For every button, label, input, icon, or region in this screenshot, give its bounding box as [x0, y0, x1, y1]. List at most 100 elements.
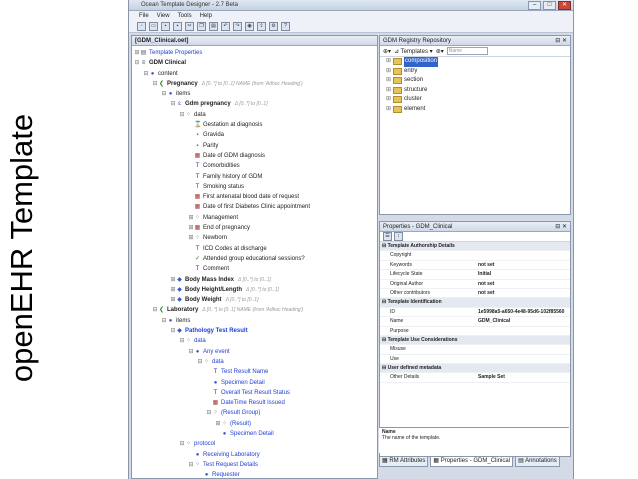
tree-node[interactable]: T Test Result Name	[134, 367, 377, 377]
tree-node[interactable]: ⊟ ⁘ protocol	[134, 439, 377, 449]
registry-search-input[interactable]: Name	[446, 47, 488, 55]
tree-node[interactable]: ⊟ ⁘ Test Request Details	[134, 460, 377, 470]
paste-icon[interactable]: ▤	[209, 21, 218, 31]
property-value[interactable]: not set	[478, 261, 570, 269]
expand-icon[interactable]: ⊞	[386, 86, 391, 96]
property-row[interactable]: Copyright	[380, 251, 570, 261]
property-row[interactable]: Keywords not set	[380, 261, 570, 271]
tree-node[interactable]: T Comment	[134, 264, 377, 274]
tree-node[interactable]: ⊟ ❮ Laboratory Δ [0..*] to [0..1] NAME (fro…	[134, 305, 377, 315]
tree-node[interactable]: ▪ Parity	[134, 141, 377, 151]
registry-item[interactable]: ⊞ element	[380, 105, 570, 115]
help-icon[interactable]: ?	[281, 21, 290, 31]
property-value[interactable]	[478, 345, 570, 353]
tree-node[interactable]: ⊞ ◆ Body Mass Index Δ [0..*] to [0..1]	[134, 275, 377, 285]
registry-item[interactable]: ⊞ section	[380, 76, 570, 86]
tree-node[interactable]: T ICD Codes at discharge	[134, 244, 377, 254]
preview-icon[interactable]: ◉	[245, 21, 254, 31]
tree-node[interactable]: ⊞ ◆ Body Weight Δ [0..*] to [0..1]	[134, 295, 377, 305]
registry-item[interactable]: ⊞ entry	[380, 67, 570, 77]
tree-node[interactable]: ▦ Date of first Diabetes Clinic appointme…	[134, 202, 377, 212]
property-value[interactable]: GDM_Clinical	[478, 317, 570, 325]
property-category[interactable]: ⊟ Template Use Considerations	[380, 335, 570, 346]
tree-node[interactable]: T Overall Test Result Status	[134, 388, 377, 398]
property-row[interactable]: Original Author not set	[380, 280, 570, 289]
tree-node[interactable]: ⊞ ▤ Template Properties	[134, 48, 377, 58]
export-icon[interactable]: ⇪	[257, 21, 266, 31]
tab-rm-attributes[interactable]: ▦ RM Attributes	[379, 456, 429, 467]
tree-node[interactable]: ⊟ ≡ GDM Clinical	[134, 58, 377, 68]
undo-icon[interactable]: ↶	[221, 21, 230, 31]
menu-file[interactable]: File	[139, 13, 149, 19]
property-row[interactable]: Purpose	[380, 327, 570, 336]
registry-item[interactable]: ⊞ cluster	[380, 95, 570, 105]
property-row[interactable]: ID 1e5998a5-a650-4e48-95d6-102f85560	[380, 308, 570, 318]
tree-node[interactable]: T Smoking status	[134, 182, 377, 192]
tree-node[interactable]: ⊞ ⁘ Management	[134, 213, 377, 223]
close-pane-icon[interactable]: ⊟ ✕	[555, 37, 567, 44]
tree-node[interactable]: ⌛ Gestation at diagnosis	[134, 120, 377, 130]
maximize-button[interactable]: □	[543, 1, 556, 10]
open-icon[interactable]: ▭	[149, 21, 158, 31]
property-value[interactable]	[478, 251, 570, 259]
tree-node[interactable]: ▦ DateTime Result Issued	[134, 398, 377, 408]
tree-node[interactable]: ⊟ ❮ Pregnancy Δ [0..*] to [0..1] NAME (from…	[134, 79, 377, 89]
close-button[interactable]: ✕	[558, 1, 571, 10]
tree-node[interactable]: ✓ Attended group educational sessions?	[134, 254, 377, 264]
property-row[interactable]: Misuse	[380, 345, 570, 355]
property-value[interactable]: 1e5998a5-a650-4e48-95d6-102f85560	[478, 308, 570, 316]
property-value[interactable]	[478, 327, 570, 335]
filter-icon[interactable]: ⊛▾	[436, 48, 444, 55]
copy-icon[interactable]: ❐	[197, 21, 206, 31]
tree-node[interactable]: ⊟ ⁘ data	[134, 336, 377, 346]
tree-node[interactable]: ⊞ ▦ End of pregnancy	[134, 223, 377, 233]
templates-dropdown[interactable]: ⊿ Templates ▾	[394, 48, 433, 55]
expand-icon[interactable]: ⊞	[386, 105, 391, 115]
tree-node[interactable]: ⊟ ● content	[134, 69, 377, 79]
minimize-button[interactable]: –	[528, 1, 541, 10]
tree-node[interactable]: ⊟ ⁘ data	[134, 357, 377, 367]
tree-node[interactable]: ▪ Gravida	[134, 130, 377, 140]
tree-node[interactable]: ⊟ ⁘ (Result Group)	[134, 408, 377, 418]
expand-icon[interactable]: ⊞	[386, 95, 391, 105]
property-value[interactable]: Sample Set	[478, 373, 570, 381]
property-row[interactable]: Name GDM_Clinical	[380, 317, 570, 327]
menu-help[interactable]: Help	[200, 13, 212, 19]
expand-icon[interactable]: ⊞	[386, 76, 391, 86]
tree-node[interactable]: ▦ First antenatal blood date of request	[134, 192, 377, 202]
left-tab[interactable]: [GDM_Clinical.oet]	[132, 36, 377, 46]
close-pane-icon[interactable]: ⊟ ✕	[555, 223, 567, 230]
tree-node[interactable]: ● Requester	[134, 470, 377, 479]
registry-item[interactable]: ⊞ composition	[380, 57, 570, 67]
menu-tools[interactable]: Tools	[178, 13, 192, 19]
tree-node[interactable]: T Comorbidities	[134, 161, 377, 171]
redo-icon[interactable]: ↷	[233, 21, 242, 31]
tree-node[interactable]: ⊟ ⁘ data	[134, 110, 377, 120]
property-category[interactable]: ⊟ User defined metadata	[380, 364, 570, 374]
sort-icon[interactable]: ↕	[394, 232, 403, 241]
property-value[interactable]: not set	[478, 289, 570, 297]
property-value[interactable]: not set	[478, 280, 570, 288]
tab-annotations[interactable]: ▤ Annotations	[515, 456, 560, 467]
expand-icon[interactable]: ⊞	[386, 57, 391, 67]
cut-icon[interactable]: ✂	[185, 21, 194, 31]
tree-node[interactable]: ● Specimen Detail	[134, 378, 377, 388]
property-row[interactable]: Other contributors not set	[380, 289, 570, 299]
expand-icon[interactable]: ⊞	[386, 67, 391, 77]
property-row[interactable]: Other Details Sample Set	[380, 373, 570, 383]
tree-node[interactable]: ● Receiving Laboratory	[134, 450, 377, 460]
registry-item[interactable]: ⊞ structure	[380, 86, 570, 96]
property-row[interactable]: Lifecycle State Initial	[380, 270, 570, 280]
tree-node[interactable]: T Family history of GDM	[134, 172, 377, 182]
tab-properties[interactable]: ▦ Properties - GDM_Clinical	[430, 456, 514, 467]
tree-node[interactable]: ▦ Date of GDM diagnosis	[134, 151, 377, 161]
tree-node[interactable]: ⊞ ⁘ (Result)	[134, 419, 377, 429]
property-category[interactable]: ⊟ Template Identification	[380, 298, 570, 308]
tree-node[interactable]: ⊟ ● items	[134, 89, 377, 99]
property-row[interactable]: Use	[380, 355, 570, 365]
tree-node[interactable]: ● Specimen Detail	[134, 429, 377, 439]
tree-node[interactable]: ⊟ ● items	[134, 316, 377, 326]
categorized-icon[interactable]: ☰	[383, 232, 392, 241]
menu-view[interactable]: View	[157, 13, 170, 19]
tree-node[interactable]: ⊟ ɛ Gdm pregnancy Δ [0..*] to [0..1]	[134, 99, 377, 109]
